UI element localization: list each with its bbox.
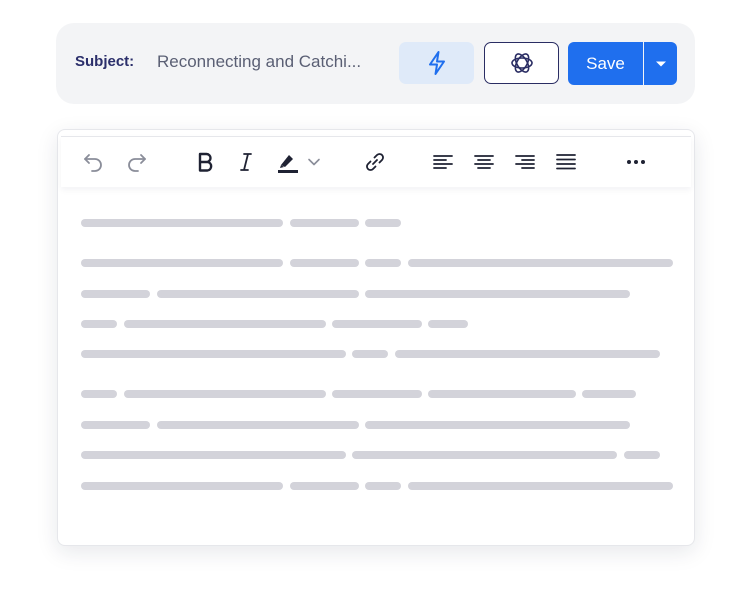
skeleton-line (624, 451, 660, 459)
more-options-button[interactable] (623, 149, 649, 175)
highlight-color-dropdown[interactable] (305, 149, 323, 175)
skeleton-line (365, 482, 401, 490)
skeleton-line (81, 350, 346, 358)
skeleton-line (81, 219, 283, 227)
bold-button[interactable] (192, 149, 218, 175)
undo-button[interactable] (80, 149, 106, 175)
skeleton-line (408, 259, 673, 267)
skeleton-line (290, 219, 359, 227)
subject-bar: Subject: Reconnecting and Catchi... Save (56, 23, 695, 104)
align-justify-button[interactable] (553, 149, 579, 175)
skeleton-line (81, 451, 346, 459)
ai-assist-button[interactable] (484, 42, 559, 84)
skeleton-line (81, 320, 117, 328)
undo-icon (84, 154, 102, 172)
align-right-icon (515, 155, 535, 169)
skeleton-line (395, 350, 660, 358)
save-button[interactable]: Save (568, 42, 643, 85)
skeleton-line (365, 259, 401, 267)
italic-icon (240, 153, 252, 171)
link-icon (366, 153, 384, 171)
skeleton-line (290, 482, 359, 490)
skeleton-line (81, 421, 150, 429)
align-center-button[interactable] (471, 149, 497, 175)
quick-action-button[interactable] (399, 42, 474, 84)
redo-button[interactable] (124, 149, 150, 175)
highlight-icon (278, 155, 298, 173)
align-justify-icon (556, 154, 576, 170)
caret-down-icon (655, 61, 666, 66)
skeleton-line (124, 390, 326, 398)
bold-icon (198, 152, 213, 172)
skeleton-line (352, 350, 388, 358)
subject-input[interactable]: Reconnecting and Catchi... (157, 52, 379, 72)
skeleton-line (81, 290, 150, 298)
editor-content-placeholder[interactable] (58, 186, 694, 536)
redo-icon (128, 154, 146, 172)
skeleton-line (365, 290, 630, 298)
editor-toolbar (61, 136, 691, 187)
skeleton-line (81, 482, 283, 490)
highlight-button[interactable] (275, 149, 301, 175)
save-options-button[interactable] (644, 42, 677, 85)
more-icon (627, 160, 645, 164)
skeleton-line (332, 320, 422, 328)
skeleton-line (365, 219, 401, 227)
skeleton-line (365, 421, 630, 429)
rich-text-editor (57, 129, 695, 546)
skeleton-line (582, 390, 636, 398)
italic-button[interactable] (233, 149, 259, 175)
skeleton-line (408, 482, 673, 490)
skeleton-line (428, 390, 576, 398)
link-button[interactable] (362, 149, 388, 175)
skeleton-line (157, 290, 359, 298)
skeleton-line (290, 259, 359, 267)
align-right-button[interactable] (512, 149, 538, 175)
skeleton-line (81, 259, 283, 267)
skeleton-line (332, 390, 422, 398)
align-left-icon (433, 155, 453, 169)
skeleton-line (81, 390, 117, 398)
skeleton-line (157, 421, 359, 429)
chevron-down-icon (308, 158, 320, 166)
skeleton-line (124, 320, 326, 328)
openai-icon (510, 53, 533, 73)
lightning-icon (428, 51, 445, 75)
align-left-button[interactable] (430, 149, 456, 175)
align-center-icon (474, 155, 494, 169)
subject-label: Subject: (75, 53, 135, 70)
skeleton-line (428, 320, 468, 328)
skeleton-line (352, 451, 617, 459)
